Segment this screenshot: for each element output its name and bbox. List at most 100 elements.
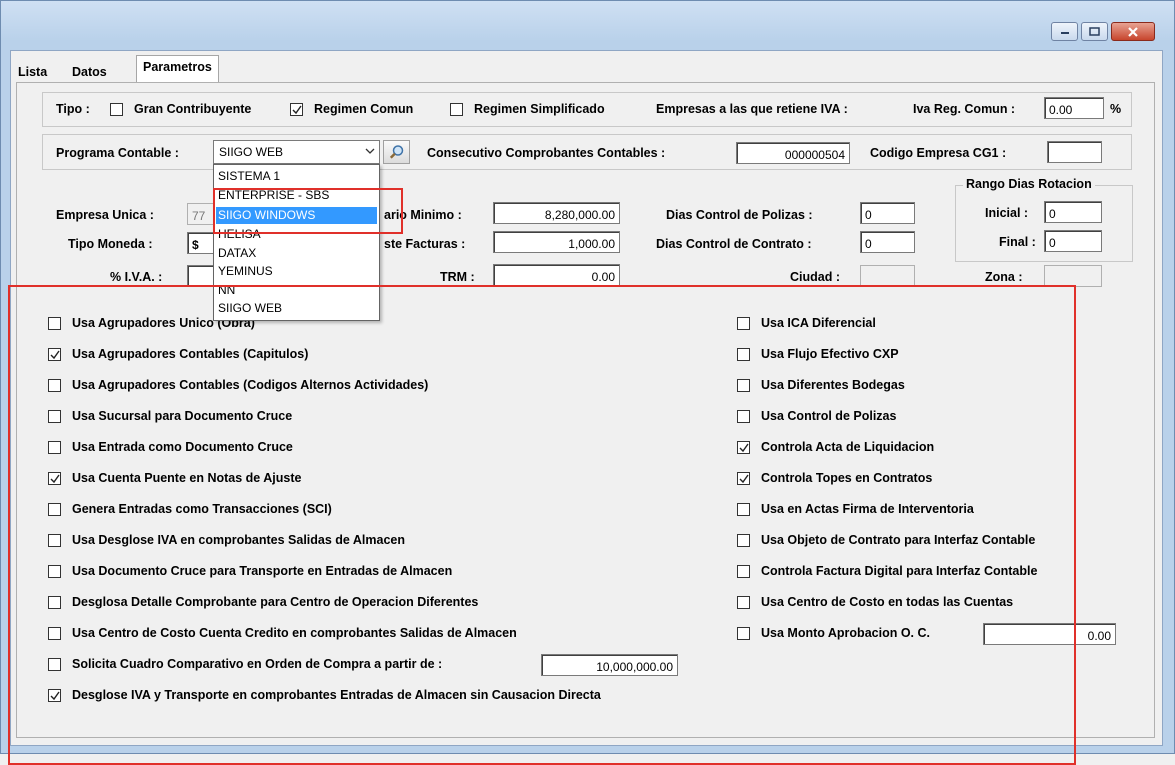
right-check-5-label: Controla Topes en Contratos	[761, 471, 933, 485]
minimize-button[interactable]	[1051, 22, 1078, 41]
iva-label: % I.V.A. :	[110, 270, 163, 284]
tipo-moneda-label: Tipo Moneda :	[68, 237, 153, 251]
dropdown-option[interactable]: SISTEMA 1	[216, 168, 377, 185]
consecutivo-field[interactable]: 000000504	[736, 142, 850, 164]
retiene-iva-label: Empresas a las que retiene IVA :	[656, 102, 848, 116]
left-check-3-checkbox[interactable]	[48, 410, 61, 423]
regimen-simplificado-checkbox[interactable]	[450, 103, 463, 116]
right-check-2-checkbox[interactable]	[737, 379, 750, 392]
right-check-9-checkbox[interactable]	[737, 596, 750, 609]
regimen-simplificado-label: Regimen Simplificado	[474, 102, 605, 116]
maximize-button[interactable]	[1081, 22, 1108, 41]
programa-select[interactable]: SIIGO WEB	[213, 140, 380, 164]
close-icon	[1128, 26, 1138, 37]
right-check-4-checkbox[interactable]	[737, 441, 750, 454]
left-check-7-label: Usa Desglose IVA en comprobantes Salidas…	[72, 533, 405, 547]
rango-dias-legend: Rango Dias Rotacion	[963, 177, 1095, 191]
left-check-11-label: Solicita Cuadro Comparativo en Orden de …	[72, 657, 443, 671]
left-check-0-checkbox[interactable]	[48, 317, 61, 330]
left-check-8-label: Usa Documento Cruce para Transporte en E…	[72, 564, 453, 578]
inicial-label: Inicial :	[985, 206, 1029, 220]
codigo-cg1-field[interactable]	[1047, 141, 1102, 163]
iva-reg-comun-field[interactable]: 0.00	[1044, 97, 1104, 119]
solicita-cuadro-field[interactable]: 10,000,000.00	[541, 654, 678, 676]
regimen-comun-checkbox[interactable]	[290, 103, 303, 116]
left-check-2-label: Usa Agrupadores Contables (Codigos Alter…	[72, 378, 429, 392]
left-check-7-checkbox[interactable]	[48, 534, 61, 547]
dias-contrato-field[interactable]: 0	[860, 231, 915, 253]
left-check-12-checkbox[interactable]	[48, 689, 61, 702]
right-check-3-checkbox[interactable]	[737, 410, 750, 423]
checkmark-icon	[739, 443, 749, 453]
left-check-3-label: Usa Sucursal para Documento Cruce	[72, 409, 293, 423]
left-check-1-checkbox[interactable]	[48, 348, 61, 361]
left-check-5-checkbox[interactable]	[48, 472, 61, 485]
final-label: Final :	[999, 235, 1036, 249]
tab-lista[interactable]: Lista	[12, 61, 53, 83]
left-check-6-checkbox[interactable]	[48, 503, 61, 516]
left-check-9-label: Desglosa Detalle Comprobante para Centro…	[72, 595, 479, 609]
gran-contribuyente-label: Gran Contribuyente	[134, 102, 252, 116]
ajuste-facturas-field[interactable]: 1,000.00	[493, 231, 620, 253]
right-check-1-label: Usa Flujo Efectivo CXP	[761, 347, 899, 361]
checkmark-icon	[292, 105, 302, 115]
dias-polizas-label: Dias Control de Polizas :	[666, 208, 813, 222]
dias-polizas-field[interactable]: 0	[860, 202, 915, 224]
left-check-10-label: Usa Centro de Costo Cuenta Credito en co…	[72, 626, 517, 640]
right-check-7-label: Usa Objeto de Contrato para Interfaz Con…	[761, 533, 1036, 547]
right-check-8-checkbox[interactable]	[737, 565, 750, 578]
right-check-5-checkbox[interactable]	[737, 472, 750, 485]
right-check-0-checkbox[interactable]	[737, 317, 750, 330]
right-check-10-checkbox[interactable]	[737, 627, 750, 640]
tab-parametros[interactable]: Parametros Contables y de Control	[136, 55, 219, 140]
left-check-10-checkbox[interactable]	[48, 627, 61, 640]
tab-datos[interactable]: Datos	[66, 61, 113, 83]
right-check-0-label: Usa ICA Diferencial	[761, 316, 876, 330]
left-check-2-checkbox[interactable]	[48, 379, 61, 392]
right-check-6-label: Usa en Actas Firma de Interventoria	[761, 502, 974, 516]
left-check-5-label: Usa Cuenta Puente en Notas de Ajuste	[72, 471, 302, 485]
maximize-icon	[1089, 27, 1100, 36]
checkmark-icon	[50, 691, 60, 701]
right-check-7-checkbox[interactable]	[737, 534, 750, 547]
search-icon	[389, 145, 403, 159]
left-check-11-checkbox[interactable]	[48, 658, 61, 671]
right-check-1-checkbox[interactable]	[737, 348, 750, 361]
ciudad-field[interactable]	[860, 265, 915, 287]
left-check-9-checkbox[interactable]	[48, 596, 61, 609]
close-button[interactable]	[1111, 22, 1155, 41]
right-check-3-label: Usa Control de Polizas	[761, 409, 897, 423]
gran-contribuyente-checkbox[interactable]	[110, 103, 123, 116]
left-check-8-checkbox[interactable]	[48, 565, 61, 578]
right-check-9-label: Usa Centro de Costo en todas las Cuentas	[761, 595, 1014, 609]
codigo-cg1-label: Codigo Empresa CG1 :	[870, 146, 1007, 160]
left-check-4-label: Usa Entrada como Documento Cruce	[72, 440, 293, 454]
dropdown-option[interactable]: YEMINUS	[216, 263, 377, 280]
trm-field[interactable]: 0.00	[493, 264, 620, 286]
trm-label: TRM :	[440, 270, 475, 284]
left-check-12-label: Desglose IVA y Transporte en comprobante…	[72, 688, 601, 702]
dropdown-option[interactable]: SIIGO WEB	[216, 300, 377, 317]
dropdown-option[interactable]: DATAX	[216, 245, 377, 262]
zona-label: Zona :	[985, 270, 1023, 284]
right-check-8-label: Controla Factura Digital para Interfaz C…	[761, 564, 1038, 578]
left-check-4-checkbox[interactable]	[48, 441, 61, 454]
monto-aprobacion-field[interactable]: 0.00	[983, 623, 1116, 645]
dropdown-option-selected[interactable]: SIIGO WINDOWS	[216, 207, 377, 224]
right-check-2-label: Usa Diferentes Bodegas	[761, 378, 905, 392]
tipo-label: Tipo :	[56, 102, 90, 116]
left-check-6-label: Genera Entradas como Transacciones (SCI)	[72, 502, 332, 516]
dropdown-option[interactable]: ENTERPRISE - SBS	[216, 187, 377, 204]
search-button[interactable]	[383, 140, 410, 164]
minimize-icon	[1060, 31, 1069, 34]
inicial-field[interactable]: 0	[1044, 201, 1102, 223]
right-check-6-checkbox[interactable]	[737, 503, 750, 516]
dropdown-option[interactable]: NN	[216, 282, 377, 299]
dropdown-option[interactable]: HELISA	[216, 226, 377, 243]
final-field[interactable]: 0	[1044, 230, 1102, 252]
left-check-1-label: Usa Agrupadores Contables (Capitulos)	[72, 347, 309, 361]
empresa-unica-label: Empresa Unica :	[56, 208, 154, 222]
salario-minimo-field[interactable]: 8,280,000.00	[493, 202, 620, 224]
salario-minimo-label: ario Minimo :	[384, 208, 462, 222]
zona-field[interactable]	[1044, 265, 1102, 287]
